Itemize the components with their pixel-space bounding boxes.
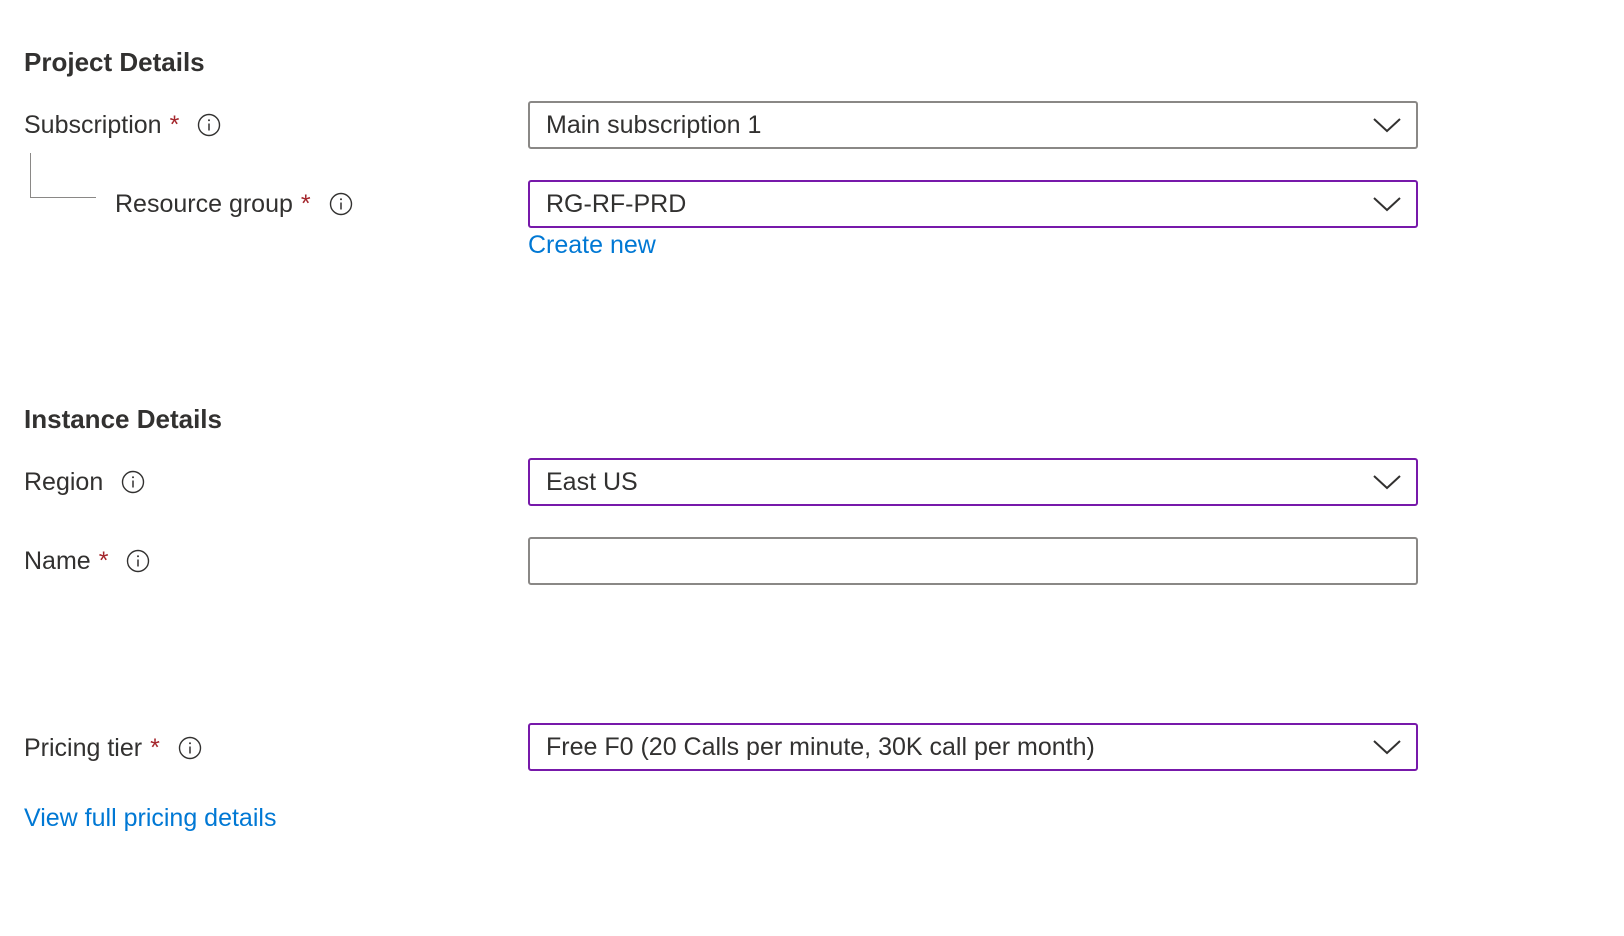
resource-group-value: RG-RF-PRD (546, 189, 687, 218)
subscription-dropdown[interactable]: Main subscription 1 (528, 101, 1418, 149)
info-icon[interactable] (121, 470, 145, 494)
create-new-link[interactable]: Create new (528, 231, 656, 260)
info-icon[interactable] (126, 549, 150, 573)
name-label-row: Name * (24, 544, 150, 578)
subscription-label-row: Subscription * (24, 108, 221, 142)
region-label-row: Region (24, 465, 145, 499)
subscription-value: Main subscription 1 (546, 110, 762, 139)
view-pricing-details-link[interactable]: View full pricing details (24, 804, 276, 833)
chevron-down-icon (1373, 740, 1401, 755)
resource-group-label-row: Resource group * (115, 187, 353, 221)
project-details-heading: Project Details (24, 47, 205, 77)
subscription-label: Subscription (24, 110, 162, 139)
pricing-tier-value: Free F0 (20 Calls per minute, 30K call p… (546, 732, 1095, 761)
info-icon[interactable] (329, 192, 353, 216)
required-marker: * (98, 546, 109, 575)
required-marker: * (150, 733, 160, 762)
region-value: East US (546, 467, 638, 496)
required-marker: * (300, 189, 311, 218)
info-icon[interactable] (197, 113, 221, 137)
info-icon[interactable] (178, 736, 202, 760)
tree-connector (30, 153, 96, 198)
region-dropdown[interactable]: East US (528, 458, 1418, 506)
pricing-tier-dropdown[interactable]: Free F0 (20 Calls per minute, 30K call p… (528, 723, 1418, 771)
pricing-tier-label-row: Pricing tier * (24, 731, 202, 765)
name-field[interactable] (528, 537, 1418, 585)
required-marker: * (169, 110, 180, 139)
pricing-tier-label: Pricing tier (24, 733, 143, 762)
resource-group-dropdown[interactable]: RG-RF-PRD (528, 180, 1418, 228)
resource-group-label: Resource group (115, 189, 293, 218)
chevron-down-icon (1373, 118, 1401, 133)
region-label: Region (24, 467, 104, 496)
name-input[interactable] (530, 539, 1416, 583)
chevron-down-icon (1373, 475, 1401, 490)
chevron-down-icon (1373, 197, 1401, 212)
name-label: Name (24, 546, 91, 575)
instance-details-heading: Instance Details (24, 404, 222, 434)
